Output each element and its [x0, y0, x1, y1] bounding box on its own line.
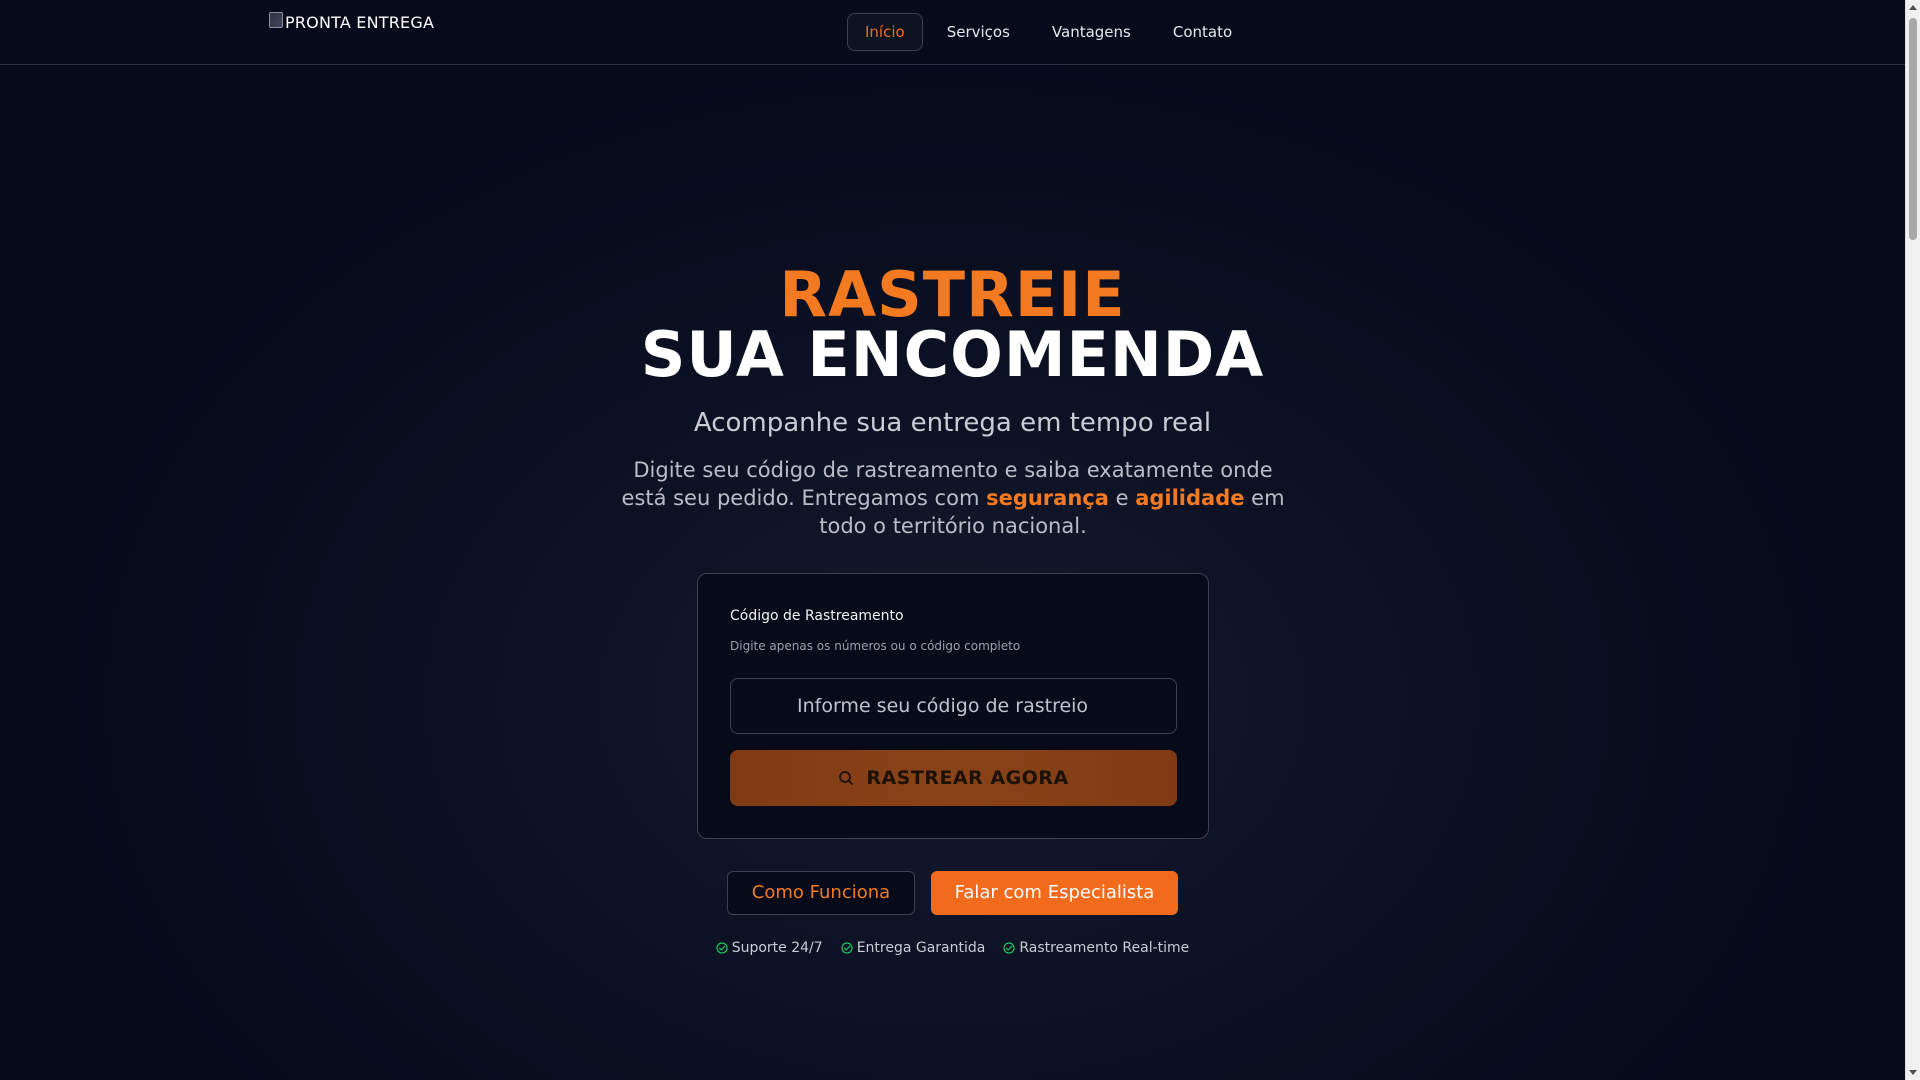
nav-item-contato[interactable]: Contato: [1155, 13, 1250, 51]
talk-to-specialist-button[interactable]: Falar com Especialista: [931, 871, 1178, 915]
tracking-hint: Digite apenas os números ou o código com…: [730, 639, 1021, 653]
hero-title-main: SUA ENCOMENDA: [640, 318, 1265, 391]
vertical-scrollbar[interactable]: [1905, 0, 1920, 1080]
nav-item-inicio[interactable]: Início: [847, 13, 923, 51]
desc-text-2: e: [1108, 486, 1136, 510]
nav-item-servicos[interactable]: Serviços: [929, 13, 1028, 51]
navbar: PRONTA ENTREGA Início Serviços Vantagens…: [0, 0, 1905, 65]
scroll-down-arrow-icon[interactable]: [1909, 1070, 1917, 1075]
track-now-button[interactable]: RASTREAR AGORA: [730, 750, 1177, 806]
logo[interactable]: PRONTA ENTREGA: [269, 11, 435, 32]
feature-list: Suporte 24/7 Entrega Garantida Rastreame…: [0, 940, 1905, 956]
broken-image-icon: [269, 11, 283, 28]
hero-description: Digite seu código de rastreamento e saib…: [618, 456, 1288, 540]
check-circle-icon: [716, 942, 728, 954]
feature-label: Entrega Garantida: [856, 940, 986, 956]
hero-subtitle: Acompanhe sua entrega em tempo real: [693, 408, 1212, 438]
tracking-label: Código de Rastreamento: [730, 608, 904, 624]
main-nav: Início Serviços Vantagens Contato: [847, 13, 1250, 51]
logo-alt-text: PRONTA ENTREGA: [285, 13, 435, 32]
feature-rastreamento: Rastreamento Real-time: [1003, 940, 1189, 956]
desc-highlight-agilidade: agilidade: [1135, 486, 1245, 510]
feature-entrega: Entrega Garantida: [841, 940, 986, 956]
check-circle-icon: [1003, 942, 1015, 954]
page: PRONTA ENTREGA Início Serviços Vantagens…: [0, 0, 1905, 1080]
scrollbar-thumb[interactable]: [1909, 18, 1917, 240]
feature-label: Suporte 24/7: [731, 940, 823, 956]
search-icon: [839, 771, 854, 785]
track-now-label: RASTREAR AGORA: [866, 767, 1069, 789]
feature-label: Rastreamento Real-time: [1019, 940, 1190, 956]
feature-suporte: Suporte 24/7: [716, 940, 823, 956]
tracking-code-input[interactable]: [730, 678, 1177, 734]
tracking-card: Código de Rastreamento Digite apenas os …: [697, 573, 1209, 839]
nav-item-vantagens[interactable]: Vantagens: [1034, 13, 1149, 51]
scroll-up-arrow-icon[interactable]: [1909, 5, 1917, 10]
desc-highlight-seguranca: segurança: [986, 486, 1109, 510]
check-circle-icon: [841, 942, 853, 954]
how-it-works-button[interactable]: Como Funciona: [727, 871, 915, 915]
